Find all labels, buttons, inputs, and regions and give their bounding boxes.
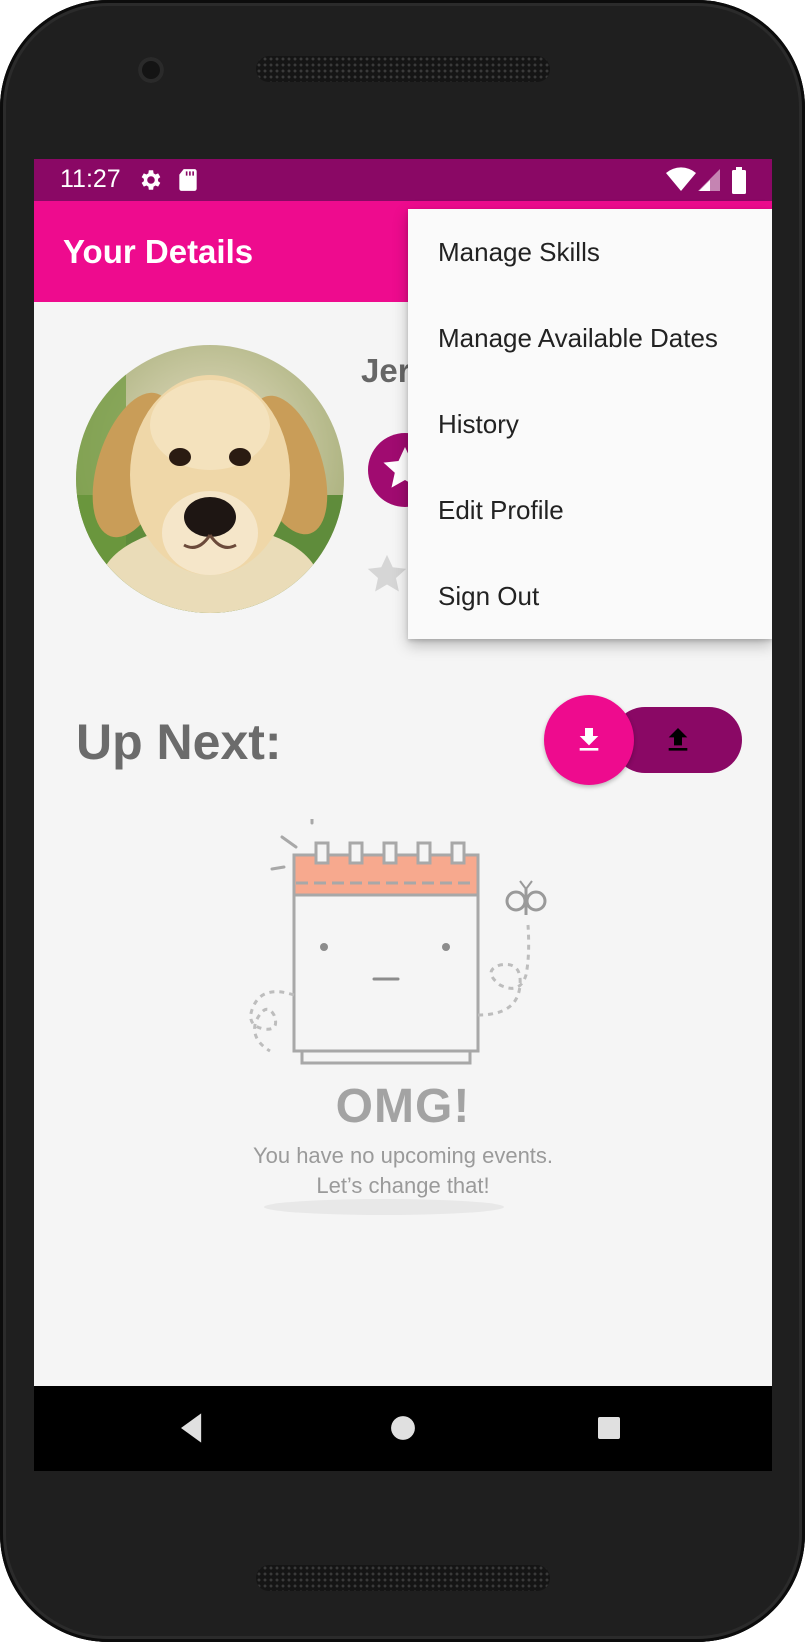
page-title: Your Details <box>63 233 254 270</box>
settings-icon <box>141 170 161 190</box>
front-camera <box>138 57 164 83</box>
bottom-speaker <box>256 1565 550 1591</box>
menu-item-sign-out[interactable]: Sign Out <box>408 553 772 639</box>
download-icon <box>579 728 599 751</box>
system-nav-bar <box>34 1386 772 1471</box>
battery-icon <box>732 167 746 194</box>
download-toggle-button[interactable] <box>544 695 634 785</box>
sd-card-icon <box>179 169 197 191</box>
menu-item-manage-available-dates[interactable]: Manage Available Dates <box>408 295 772 381</box>
overflow-menu: Manage Skills Manage Available Dates His… <box>408 209 772 639</box>
dog-photo <box>76 345 344 613</box>
phone-frame: 11:27 Your Details Jer Up Next: OMG! You… <box>0 0 805 1642</box>
earpiece-speaker <box>256 56 550 82</box>
empty-state-message: You have no upcoming events. <box>252 1143 554 1168</box>
menu-item-history[interactable]: History <box>408 381 772 467</box>
recents-icon[interactable] <box>587 1406 631 1450</box>
status-bar: 11:27 <box>34 159 772 201</box>
upload-icon[interactable] <box>662 724 694 756</box>
profile-name: Jer <box>361 352 411 389</box>
signal-icon <box>698 169 720 191</box>
screen: 11:27 Your Details Jer Up Next: OMG! You… <box>34 159 772 1471</box>
empty-state-heading: OMG! <box>335 1080 471 1133</box>
back-icon[interactable] <box>170 1406 214 1450</box>
status-time: 11:27 <box>60 165 121 193</box>
menu-item-manage-skills[interactable]: Manage Skills <box>408 209 772 295</box>
home-icon[interactable] <box>381 1406 425 1450</box>
up-next-heading: Up Next: <box>76 714 282 770</box>
rating-star-icon <box>367 554 407 592</box>
wifi-icon <box>666 167 696 191</box>
menu-item-edit-profile[interactable]: Edit Profile <box>408 467 772 553</box>
empty-state-cta: Let’s change that! <box>316 1173 490 1198</box>
avatar[interactable] <box>76 345 344 613</box>
